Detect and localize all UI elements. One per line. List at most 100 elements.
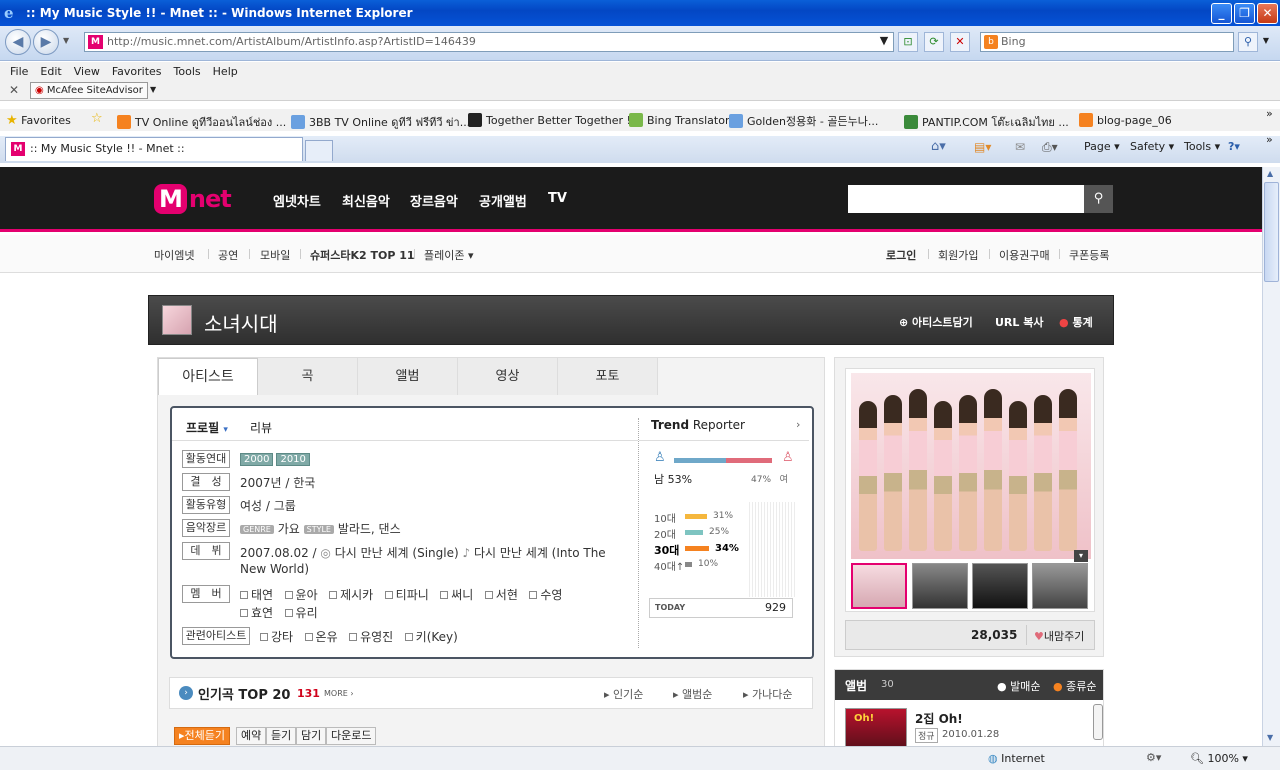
back-button[interactable]: ◀ [5,29,31,55]
search-options-icon[interactable]: ▼ [1259,32,1273,52]
checkbox[interactable] [284,591,293,599]
checkbox[interactable] [284,609,293,617]
subnav-login[interactable]: 로그인 [886,247,916,263]
site-search-icon[interactable]: ⚲ [1084,185,1113,213]
add-favorite-icon[interactable]: ☆ [91,111,103,126]
site-search-input[interactable] [848,185,1084,213]
tab-profile[interactable]: 프로필 ▾ [186,419,228,436]
checkbox[interactable] [260,633,268,641]
checkbox[interactable] [529,591,538,599]
subnav-my-mnet[interactable]: 마이엠넷 [154,247,194,263]
add-artist-button[interactable]: ⊕ 아티스트담기 [899,314,973,330]
menu-file[interactable]: File [10,65,28,78]
menu-favorites[interactable]: Favorites [112,65,162,78]
member[interactable]: 써니 [451,588,473,602]
tools-menu[interactable]: Tools ▾ [1184,140,1220,153]
photo-thumb-4[interactable] [1032,563,1088,609]
more-link[interactable]: MORE › [324,689,354,698]
related-artist[interactable]: 온유 [316,630,338,644]
expand-icon[interactable]: ▾ [1074,550,1088,562]
more-commands-icon[interactable]: » [1266,133,1273,146]
gnb-genre[interactable]: 장르음악 [410,191,458,210]
tab-videos[interactable]: 영상 [458,358,558,395]
favorite-link-7[interactable]: blog-page_06 [1079,113,1172,127]
gnb-new-music[interactable]: 최신음악 [342,191,390,210]
zone-indicator[interactable]: ◍ Internet [988,752,1045,765]
checkbox[interactable] [484,591,493,599]
gnb-tv[interactable]: TV [548,191,567,206]
more-favorites-icon[interactable]: » [1266,107,1273,120]
favorite-link-1[interactable]: TV Online ดูทีวีออนไลน์ช่อง ... [117,113,286,131]
feeds-icon[interactable]: ▤▾ [974,140,991,154]
menu-help[interactable]: Help [213,65,238,78]
era-2010[interactable]: 2010 [276,453,310,466]
related-artist[interactable]: 강타 [271,630,293,644]
checkbox[interactable] [404,633,413,641]
related-artist[interactable]: 키(Key) [416,630,458,644]
album-cover[interactable]: Oh! [845,708,907,746]
play-all-button[interactable]: ▸전체듣기 [174,727,231,745]
mcafee-button[interactable]: ◉ McAfee SiteAdvisor [30,82,148,99]
subnav-buy-pass[interactable]: 이용권구매 [999,247,1050,263]
menu-edit[interactable]: Edit [40,65,61,78]
member[interactable]: 윤아 [296,588,318,602]
print-icon[interactable]: ⎙▾ [1042,140,1058,155]
mnet-logo[interactable]: Mnet [154,184,232,214]
download-button[interactable]: 다운로드 [326,727,377,745]
menu-tools[interactable]: Tools [174,65,201,78]
gnb-open-album[interactable]: 공개앨범 [479,191,527,210]
tab-review[interactable]: 리뷰 [250,419,272,436]
checkbox[interactable] [240,591,248,599]
artist-main-photo[interactable] [851,373,1091,559]
history-dropdown-icon[interactable]: ▼ [63,36,69,45]
photo-thumb-3[interactable] [972,563,1028,609]
related-artist[interactable]: 유영진 [360,630,393,644]
compatibility-icon[interactable]: ⊡ [898,32,918,52]
checkbox[interactable] [349,633,358,641]
search-icon[interactable]: ⚲ [1238,32,1258,52]
reserve-button[interactable]: 예약 [236,727,267,745]
sort-popular[interactable]: ▸ 인기순 [604,686,643,702]
stats-button[interactable]: ● 통계 [1059,314,1093,330]
zoom-control[interactable]: 🔍︎ 100% ▾ [1190,752,1248,765]
checkbox[interactable] [304,633,313,641]
favorites-button[interactable]: ★ Favorites [6,113,71,128]
scroll-up-icon[interactable]: ▲ [1267,169,1273,178]
checkbox[interactable] [440,591,449,599]
protected-mode-icon[interactable]: ⚙▾ [1146,751,1161,764]
sort-album[interactable]: ▸ 앨범순 [673,686,712,702]
close-button[interactable]: ✕ [1257,3,1278,24]
sort-alphabetical[interactable]: ▸ 가나다순 [743,686,793,702]
member[interactable]: 티파니 [396,588,429,602]
photo-thumb-2[interactable] [912,563,968,609]
chevron-right-icon[interactable]: › [796,418,800,431]
help-icon[interactable]: ?▾ [1228,140,1240,153]
new-tab-button[interactable] [305,140,333,161]
favorite-link-5[interactable]: Golden정용화 - 골든누나... [729,113,878,129]
mail-icon[interactable]: ✉ [1015,140,1025,154]
member[interactable]: 제시카 [340,588,373,602]
member[interactable]: 서현 [496,588,518,602]
like-button[interactable]: ♥내맘주기 [1034,628,1084,644]
sort-release[interactable]: ● 발매순 [997,678,1040,694]
tab-albums[interactable]: 앨범 [358,358,458,395]
mcafee-dropdown-icon[interactable]: ▼ [150,85,156,94]
subnav-concert[interactable]: 공연 [218,247,238,263]
favorite-link-6[interactable]: PANTIP.COM โต๊ะเฉลิมไทย ... [904,113,1069,131]
favorite-link-4[interactable]: Bing Translator [629,113,729,127]
scroll-thumb[interactable] [1264,182,1279,282]
forward-button[interactable]: ▶ [33,29,59,55]
member[interactable]: 효연 [251,606,273,620]
photo-thumb-1[interactable] [851,563,907,609]
member[interactable]: 태연 [251,588,273,602]
page-menu[interactable]: Page ▾ [1084,140,1120,153]
minimize-button[interactable]: _ [1211,3,1232,24]
home-icon[interactable]: ⌂▾ [931,139,946,154]
subnav-mobile[interactable]: 모바일 [260,247,290,263]
address-dropdown-icon[interactable]: ▼ [875,32,893,52]
tab-songs[interactable]: 곡 [258,358,358,395]
checkbox[interactable] [384,591,393,599]
subnav-signup[interactable]: 회원가입 [938,247,978,263]
copy-url-button[interactable]: URL 복사 [995,314,1043,330]
favorite-link-2[interactable]: 3BB TV Online ดูทีวี ฟรีทีวี ข่า... [291,113,470,131]
